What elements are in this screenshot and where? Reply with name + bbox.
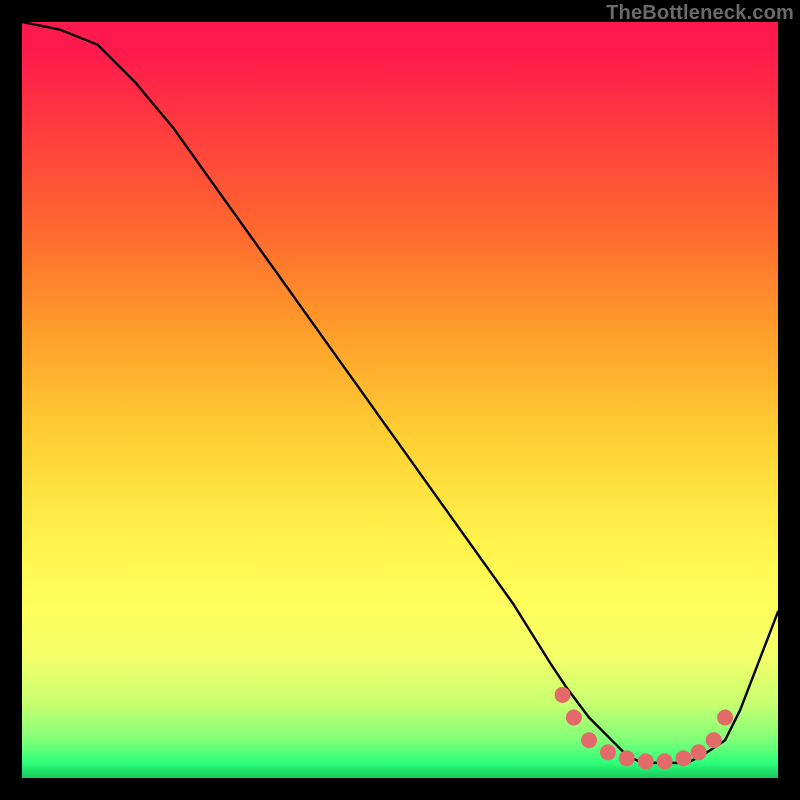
marker-dot [676,750,692,766]
marker-dot [691,744,707,760]
watermark-text: TheBottleneck.com [606,2,794,25]
marker-dot [706,732,722,748]
marker-dot [581,732,597,748]
marker-dot [566,710,582,726]
bottleneck-curve-line [22,22,778,763]
marker-dot [555,687,571,703]
marker-dot [638,753,654,769]
marker-dot [619,750,635,766]
marker-dot [657,753,673,769]
flat-zone-markers [555,687,734,770]
marker-dot [717,710,733,726]
chart-svg-overlay [22,22,778,778]
chart-frame: TheBottleneck.com [0,0,800,800]
marker-dot [600,744,616,760]
